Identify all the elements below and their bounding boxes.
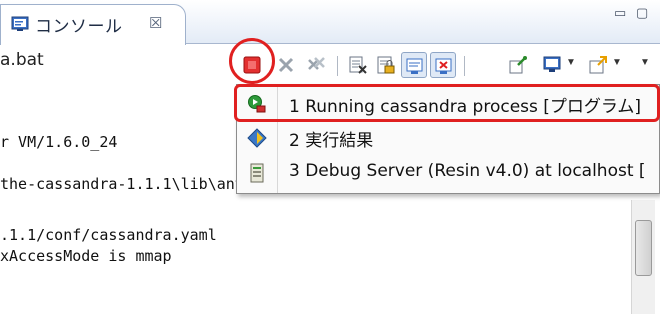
toolbar-separator [464, 56, 465, 76]
vertical-scrollbar[interactable] [631, 200, 655, 314]
tab-title: コンソール [35, 17, 123, 37]
console-line: .1.1/conf/cassandra.yaml [0, 226, 217, 244]
server-icon [250, 163, 264, 183]
clear-console-icon[interactable] [348, 55, 368, 75]
show-stdout-icon [406, 58, 423, 74]
show-stdout-toggle[interactable] [401, 52, 427, 78]
console-view-icon [11, 16, 29, 31]
console-line: r VM/1.6.0_24 [0, 133, 118, 151]
pin-console-icon[interactable] [508, 55, 528, 75]
show-stderr-toggle[interactable] [430, 52, 456, 78]
console-toolbar: a.bat ▼ ▼ ▼ [0, 45, 660, 85]
run-result-icon [247, 128, 267, 148]
toolbar-separator [337, 56, 338, 76]
menu-item-label: 3 Debug Server (Resin v4.0) at localhost… [289, 161, 646, 181]
running-process-highlight-box [234, 84, 660, 122]
menu-item-debug-server[interactable]: 3 Debug Server (Resin v4.0) at localhost… [237, 157, 660, 189]
show-stderr-icon [435, 58, 452, 74]
menu-item-run-result[interactable]: 2 実行結果 [237, 122, 660, 154]
console-description: a.bat [0, 50, 44, 70]
console-tab[interactable]: コンソール ☒ [0, 4, 186, 45]
maximize-icon[interactable]: ▢ [636, 5, 648, 21]
scroll-lock-icon[interactable] [376, 55, 396, 75]
view-tab-bar: コンソール ☒ ▭ ▢ [0, 0, 660, 45]
terminate-highlight-circle [229, 38, 275, 84]
view-menu-dropdown[interactable]: ▼ [640, 57, 650, 68]
console-line: xAccessMode is mmap [0, 247, 172, 265]
menu-item-label: 2 実行結果 [289, 131, 374, 151]
remove-launch-icon[interactable] [276, 55, 296, 75]
minimize-icon[interactable]: ▭ [614, 5, 626, 21]
close-tab-icon[interactable]: ☒ [149, 14, 162, 32]
remove-all-icon[interactable] [306, 55, 326, 75]
display-console-icon[interactable] [542, 55, 562, 75]
display-console-dropdown[interactable]: ▼ [566, 57, 576, 68]
open-console-icon[interactable] [588, 55, 608, 75]
open-console-dropdown[interactable]: ▼ [612, 57, 622, 68]
scrollbar-thumb[interactable] [635, 220, 652, 276]
